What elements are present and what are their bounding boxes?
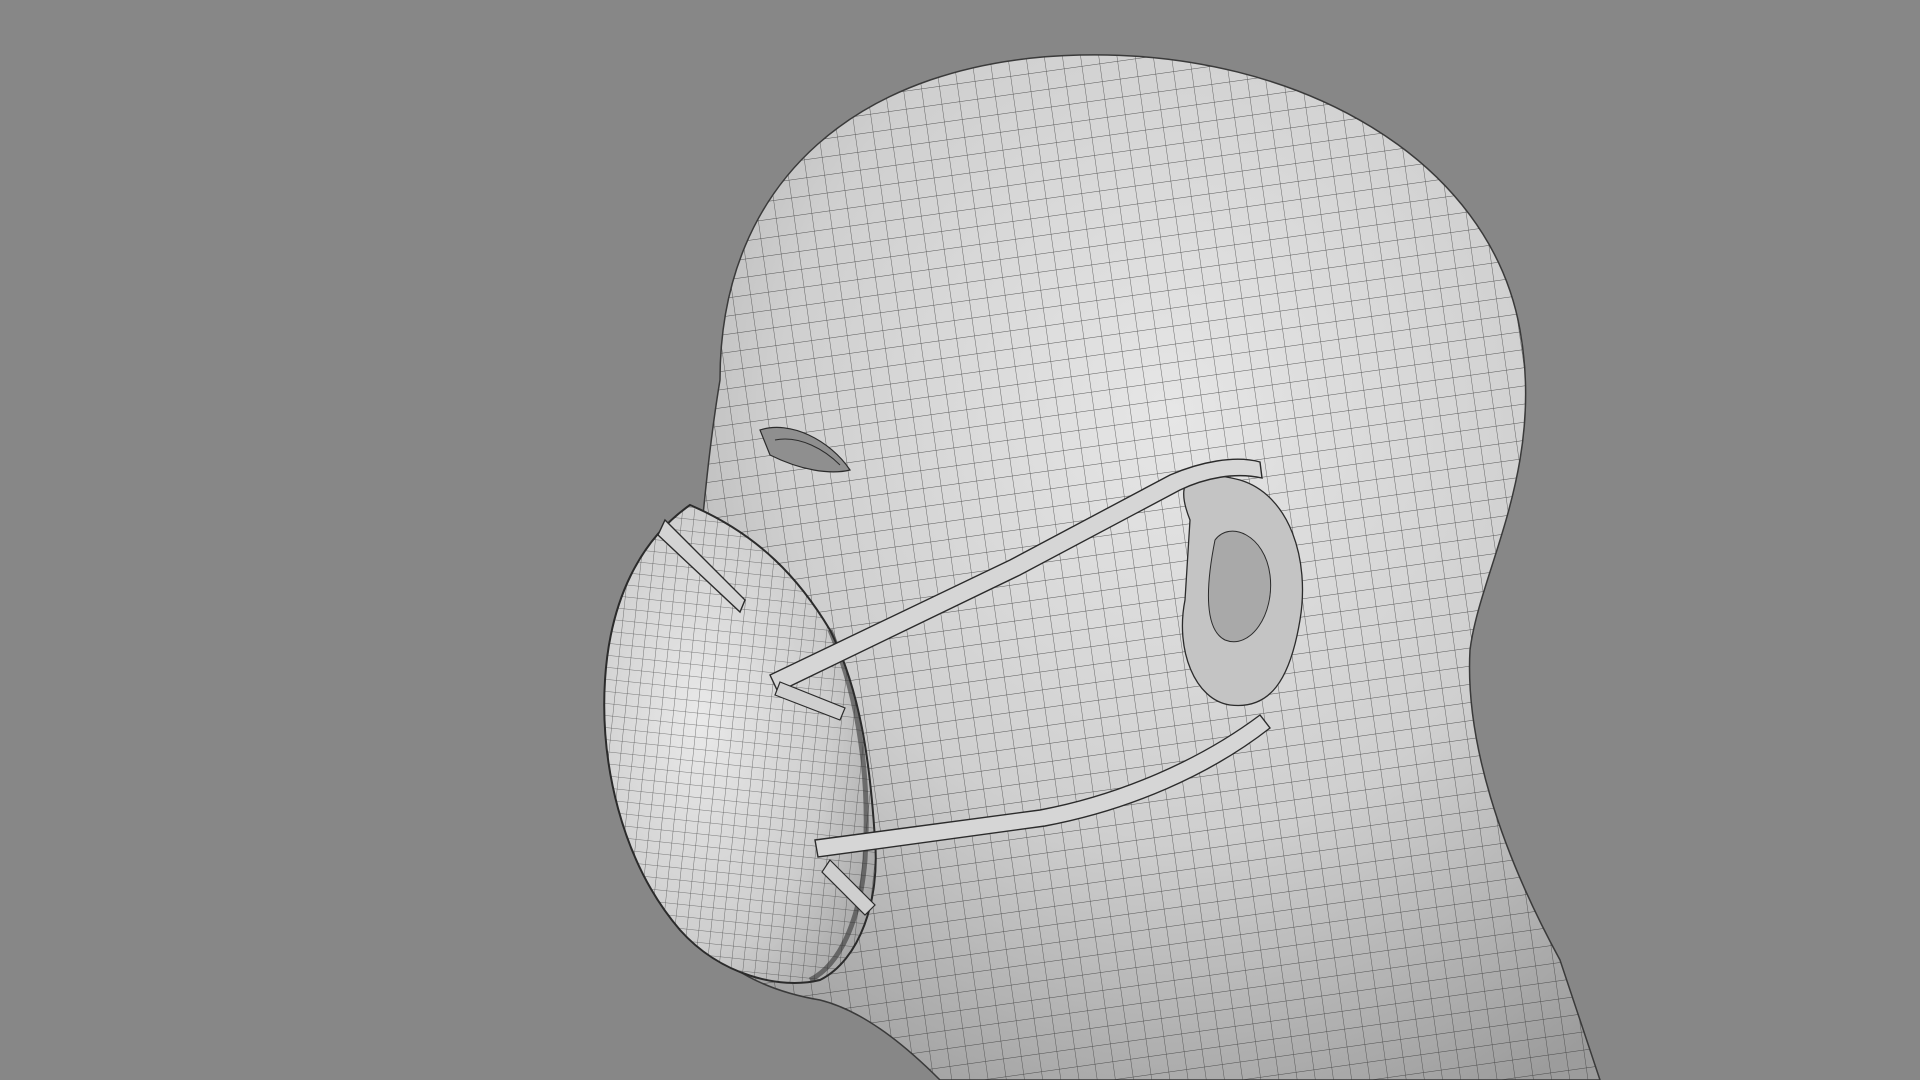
wireframe-scene bbox=[603, 54, 1601, 1080]
render-viewport bbox=[0, 0, 1920, 1080]
